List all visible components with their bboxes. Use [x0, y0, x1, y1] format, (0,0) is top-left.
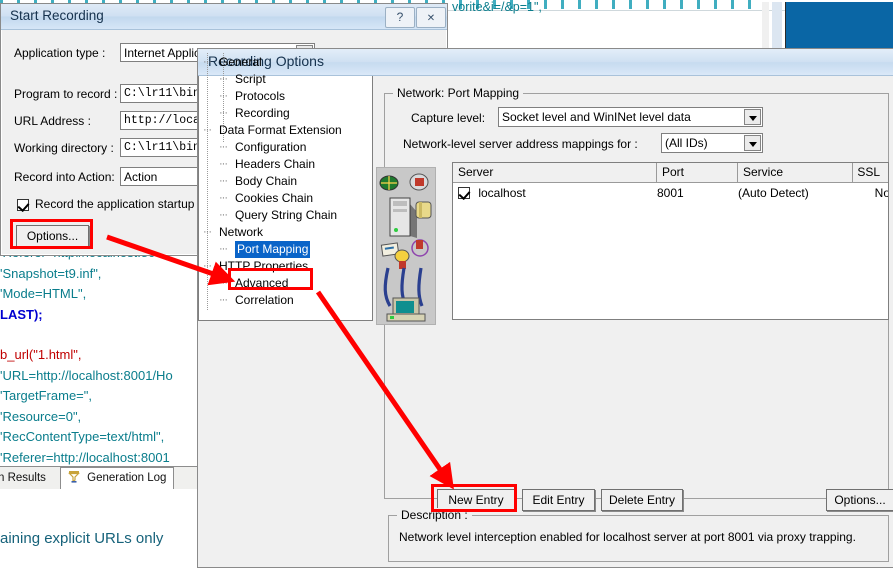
help-icon[interactable]: ? [385, 7, 415, 28]
code-line: 'TargetFrame=", [0, 388, 92, 403]
port-mapping-highlight [228, 268, 313, 290]
row-enabled-checkbox[interactable] [458, 187, 470, 199]
capture-level-value: Socket level and WinINet level data [502, 110, 691, 124]
column-header-service[interactable]: Service [738, 163, 853, 182]
tab-generation-log-label: Generation Log [87, 472, 167, 484]
ide-tab-strip[interactable]: n Results Generation Log [0, 466, 199, 491]
chevron-down-icon[interactable] [744, 135, 761, 151]
record-into-action-value: Action [124, 170, 158, 184]
capture-level-combo[interactable]: Socket level and WinINet level data [498, 107, 763, 127]
table-header-row: Server Port Service SSL [453, 163, 888, 183]
delete-entry-button[interactable]: Delete Entry [601, 489, 683, 511]
tab-generation-log[interactable]: Generation Log [59, 467, 175, 491]
tree-item-data-format-extension[interactable]: ··· Data Format Extension [199, 122, 372, 139]
working-directory-value: C:\lr11\bin [124, 141, 198, 154]
background-code-top: vorite&i=/&p=1", [452, 0, 542, 14]
tree-item-headers-chain[interactable]: ··· Headers Chain [199, 156, 372, 173]
port-mapping-group-title: Network: Port Mapping [393, 86, 524, 100]
edit-entry-button[interactable]: Edit Entry [522, 489, 595, 511]
label-record-into-action: Record into Action: [14, 170, 115, 184]
record-startup-checkbox[interactable] [17, 199, 29, 211]
url-address-value: http://locall [124, 114, 197, 127]
tree-item-cookies-chain[interactable]: ··· Cookies Chain [199, 190, 372, 207]
tree-item-body-chain[interactable]: ··· Body Chain [199, 173, 372, 190]
code-line: b_url("1.html", [0, 347, 82, 362]
tree-item-configuration[interactable]: ··· Configuration [199, 139, 372, 156]
tree-item-recording[interactable]: ··· Recording [199, 105, 372, 122]
row-ssl-cell: No [874, 186, 889, 200]
tree-item-network[interactable]: ··· Network [199, 224, 372, 241]
new-entry-highlight [431, 484, 517, 512]
tree-item-correlation[interactable]: ··· Correlation [199, 292, 372, 309]
code-line: 'Snapshot=t9.inf", [0, 265, 102, 281]
tree-item-port-mapping[interactable]: ··· Port Mapping [199, 241, 372, 258]
row-server-cell[interactable]: localhost [458, 183, 526, 203]
row-port-cell: 8001 [657, 186, 684, 200]
mappings-value: (All IDs) [665, 136, 708, 150]
row-service-cell: (Auto Detect) [738, 186, 809, 200]
tree-item-query-string-chain[interactable]: ··· Query String Chain [199, 207, 372, 224]
code-line: 'URL=http://localhost:8001/Ho [0, 367, 173, 383]
record-startup-label: Record the application startup [35, 197, 195, 211]
column-header-server[interactable]: Server [453, 163, 657, 182]
record-into-action-input[interactable]: Action [120, 167, 198, 186]
label-application-type: Application type : [14, 46, 106, 60]
label-program-to-record: Program to record : [14, 87, 118, 101]
code-line: 'Resource=0", [0, 408, 82, 424]
options-button-highlight [10, 219, 93, 249]
close-icon[interactable]: ✕ [416, 7, 446, 28]
description-text: Network level interception enabled for l… [399, 530, 856, 544]
start-recording-title: Start Recording [10, 8, 104, 23]
description-group: Description : Network level interception… [388, 508, 889, 562]
start-recording-titlebar[interactable]: Start Recording ? ✕ [1, 4, 447, 30]
program-to-record-value: C:\lr11\bin\w [124, 87, 197, 100]
chevron-down-icon[interactable] [744, 109, 761, 125]
tab-results[interactable]: n Results [0, 467, 54, 490]
capture-level-label: Capture level: [411, 111, 486, 125]
port-mapping-table[interactable]: Server Port Service SSL localhost 8001 (… [452, 162, 889, 320]
mappings-combo[interactable]: (All IDs) [661, 133, 763, 153]
recording-options-dialog: Recording Options ··· General ··· Script ·… [197, 48, 893, 568]
mappings-label: Network-level server address mappings fo… [403, 137, 638, 151]
table-row[interactable]: localhost 8001 (Auto Detect) No [453, 183, 888, 203]
code-line: 'RecContentType=text/html", [0, 429, 165, 444]
code-editor-pane[interactable]: 'Referer=http://localhost:8001 'Snapshot… [0, 246, 199, 469]
tree-item-general[interactable]: ··· General [199, 54, 372, 71]
url-address-input[interactable]: http://locall [120, 111, 198, 130]
tree-item-script[interactable]: ··· Script [199, 71, 372, 88]
tab-results-label: n Results [0, 472, 46, 484]
tree-item-protocols[interactable]: ··· Protocols [199, 88, 372, 105]
column-header-ssl[interactable]: SSL [853, 163, 888, 182]
panel-options-button[interactable]: Options... [826, 489, 893, 511]
code-line: 'Mode=HTML", [0, 286, 87, 301]
program-to-record-input[interactable]: C:\lr11\bin\w [120, 84, 198, 103]
funnel-icon [67, 470, 80, 491]
label-url-address: URL Address : [14, 114, 91, 128]
code-line: 'Referer=http://localhost:8001 [0, 449, 170, 465]
ide-status-text: aining explicit URLs only [0, 530, 164, 547]
label-working-directory: Working directory : [14, 141, 114, 155]
network-illustration-icon [376, 167, 436, 325]
ide-output-pane [0, 489, 199, 566]
code-line: LAST); [0, 306, 43, 322]
working-directory-input[interactable]: C:\lr11\bin [120, 138, 198, 157]
column-header-port[interactable]: Port [657, 163, 738, 182]
row-server-value: localhost [478, 186, 526, 200]
